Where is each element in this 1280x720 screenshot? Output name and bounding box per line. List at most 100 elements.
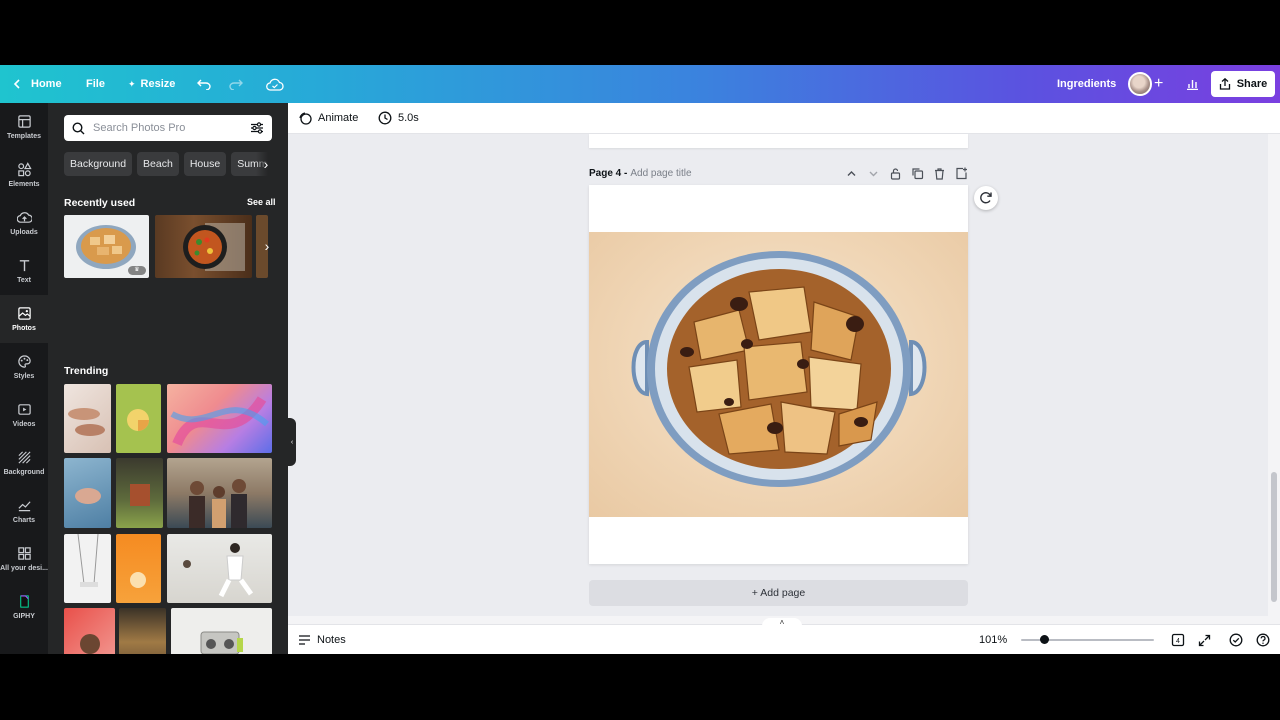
photos-panel: Background Beach House Summer › Recently… bbox=[48, 103, 288, 654]
redo-button[interactable] bbox=[229, 65, 243, 103]
vertical-scroll-thumb[interactable] bbox=[1271, 472, 1277, 602]
pages-icon: 4 bbox=[1171, 633, 1185, 647]
rail-label: Photos bbox=[12, 325, 36, 332]
side-rail: Templates Elements Uploads Text Photos S… bbox=[0, 103, 48, 654]
chevron-down-icon[interactable] bbox=[867, 167, 880, 180]
share-button[interactable]: Share bbox=[1211, 71, 1275, 97]
trending-photo-denim[interactable] bbox=[64, 458, 111, 528]
rail-item-giphy[interactable]: GIPHY bbox=[0, 583, 48, 631]
trending-photo-room[interactable] bbox=[116, 458, 163, 528]
duration-button[interactable]: 5.0s bbox=[378, 103, 419, 133]
add-page-button[interactable]: + Add page bbox=[589, 580, 968, 606]
vertical-scrollbar[interactable] bbox=[1268, 134, 1280, 624]
chip-background[interactable]: Background bbox=[64, 152, 133, 176]
zoom-value: 101% bbox=[979, 634, 1008, 646]
trending-photo-pie[interactable] bbox=[116, 384, 161, 453]
fullscreen-button[interactable] bbox=[1198, 625, 1211, 654]
rail-item-styles[interactable]: Styles bbox=[0, 343, 48, 391]
insights-button[interactable] bbox=[1186, 65, 1199, 103]
pie-thumb bbox=[127, 409, 149, 431]
add-page-icon[interactable] bbox=[955, 167, 968, 180]
orange-thumb bbox=[130, 572, 146, 588]
family-thumb bbox=[189, 479, 247, 528]
avatar[interactable] bbox=[1128, 72, 1152, 96]
bread-pudding-photo[interactable] bbox=[589, 232, 968, 517]
save-status-button[interactable] bbox=[266, 65, 284, 103]
recent-photo-pan-dish[interactable] bbox=[155, 215, 252, 278]
resize-button[interactable]: ✦ Resize bbox=[128, 65, 175, 103]
trending-photo-swing[interactable] bbox=[64, 534, 111, 603]
canvas-area: Page 4 - Add page title + Add page bbox=[288, 134, 1268, 624]
redo-icon bbox=[229, 79, 243, 90]
recent-photo-bread-pudding[interactable]: ♛ bbox=[64, 215, 149, 278]
refresh-button[interactable] bbox=[974, 186, 998, 210]
animate-label: Animate bbox=[318, 112, 359, 124]
invite-button[interactable]: + bbox=[1154, 65, 1163, 103]
help-icon bbox=[1256, 633, 1270, 647]
trending-photo-boombox[interactable] bbox=[171, 608, 272, 654]
trending-photo-orange[interactable] bbox=[116, 534, 161, 603]
filter-icon[interactable] bbox=[250, 122, 264, 134]
search-box bbox=[64, 115, 272, 141]
rail-item-uploads[interactable]: Uploads bbox=[0, 199, 48, 247]
show-pages-button[interactable]: ˄ bbox=[762, 618, 802, 627]
refresh-icon bbox=[980, 192, 992, 204]
chevron-up-icon[interactable] bbox=[845, 167, 858, 180]
rail-label: Charts bbox=[12, 517, 36, 524]
chevron-right-icon: › bbox=[264, 238, 270, 254]
page-title-input[interactable]: Add page title bbox=[630, 168, 691, 179]
trending-photo-martial-arts[interactable] bbox=[167, 534, 272, 603]
chips-next-button[interactable]: › bbox=[256, 152, 276, 176]
rail-item-background[interactable]: Background bbox=[0, 439, 48, 487]
trending-photo-hands[interactable] bbox=[64, 384, 111, 453]
animate-icon bbox=[299, 112, 312, 125]
rail-label: Templates bbox=[6, 133, 42, 140]
recently-used-heading: Recently used bbox=[64, 197, 136, 209]
trash-icon[interactable] bbox=[933, 167, 946, 180]
home-button[interactable]: Home bbox=[13, 65, 62, 103]
selfie-thumb bbox=[80, 634, 100, 654]
animate-button[interactable]: Animate bbox=[298, 103, 358, 133]
chevron-left-icon bbox=[13, 79, 20, 89]
see-all-link[interactable]: See all bbox=[247, 197, 276, 207]
chip-house[interactable]: House bbox=[183, 152, 227, 176]
zoom-percentage[interactable]: 101% bbox=[979, 625, 1007, 654]
design-page[interactable] bbox=[589, 185, 968, 564]
undo-button[interactable] bbox=[197, 65, 211, 103]
zoom-slider-handle[interactable] bbox=[1040, 635, 1049, 644]
check-button[interactable] bbox=[1229, 625, 1243, 654]
rail-label: Elements bbox=[8, 181, 40, 188]
rail-item-templates[interactable]: Templates bbox=[0, 103, 48, 151]
chip-beach[interactable]: Beach bbox=[137, 152, 179, 176]
rail-label: All your desi... bbox=[0, 565, 48, 572]
file-label: File bbox=[86, 78, 105, 90]
rail-item-all-designs[interactable]: All your desi... bbox=[0, 535, 48, 583]
trending-photo-abstract[interactable] bbox=[167, 384, 272, 453]
notes-button[interactable]: Notes bbox=[298, 625, 346, 654]
styles-icon bbox=[17, 355, 31, 368]
sparkle-icon: ✦ bbox=[128, 78, 136, 89]
rail-item-charts[interactable]: Charts bbox=[0, 487, 48, 535]
file-menu-button[interactable]: File bbox=[86, 65, 105, 103]
trending-photo-family[interactable] bbox=[167, 458, 272, 528]
videos-icon bbox=[17, 404, 31, 415]
rail-item-elements[interactable]: Elements bbox=[0, 151, 48, 199]
recent-next-button[interactable]: › bbox=[257, 215, 277, 277]
trending-photo-cafe[interactable] bbox=[119, 608, 166, 654]
help-button[interactable] bbox=[1256, 625, 1270, 654]
rail-item-photos[interactable]: Photos bbox=[0, 295, 48, 343]
rail-item-videos[interactable]: Videos bbox=[0, 391, 48, 439]
lock-icon[interactable] bbox=[889, 167, 902, 180]
page-grid-button[interactable]: 4 bbox=[1171, 625, 1185, 654]
trending-photo-selfie[interactable] bbox=[64, 608, 115, 654]
templates-icon bbox=[17, 115, 31, 128]
page-header: Page 4 - Add page title bbox=[589, 164, 968, 182]
design-title[interactable]: Ingredients bbox=[1057, 65, 1116, 103]
duplicate-icon[interactable] bbox=[911, 167, 924, 180]
previous-page[interactable] bbox=[589, 134, 968, 148]
editor-app: Home File ✦ Resize Ingredients + Share T… bbox=[0, 65, 1280, 654]
rail-item-text[interactable]: Text bbox=[0, 247, 48, 295]
search-input[interactable] bbox=[93, 122, 242, 134]
text-icon bbox=[19, 260, 29, 272]
crown-icon: ♛ bbox=[128, 266, 146, 275]
